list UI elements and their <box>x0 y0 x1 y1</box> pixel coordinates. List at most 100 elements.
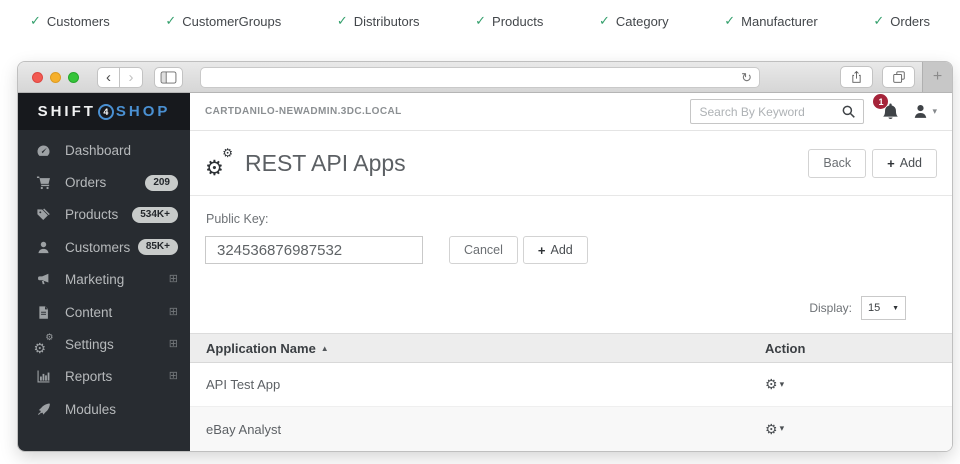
gear-icon: ⚙ <box>765 422 778 436</box>
person-icon <box>34 240 53 255</box>
dashboard-icon <box>34 143 53 158</box>
check-icon: ✓ <box>599 13 610 29</box>
expand-plus-icon[interactable]: ⊞ <box>169 274 178 285</box>
search-input[interactable] <box>691 105 841 119</box>
logo-text-shift: SHIFT <box>38 103 96 120</box>
shift4shop-logo[interactable]: SHIFT 4 SHOP <box>18 93 190 130</box>
megaphone-icon <box>34 272 53 287</box>
sidebar-item-marketing[interactable]: Marketing ⊞ <box>18 264 190 296</box>
logo-four-icon: 4 <box>98 104 114 120</box>
tabs-overview-button[interactable] <box>882 66 915 88</box>
row-action-menu[interactable]: ⚙ ▾ <box>765 422 784 436</box>
sidebar-item-label: Reports <box>65 369 169 384</box>
window-controls <box>32 72 79 83</box>
sidebar-item-label: Content <box>65 305 169 320</box>
back-button[interactable]: Back <box>808 149 866 178</box>
check-icon: ✓ <box>873 13 884 29</box>
row-action-menu[interactable]: ⚙ ▾ <box>765 377 784 391</box>
minimize-button[interactable] <box>50 72 61 83</box>
browser-back-button[interactable]: ‹ <box>97 67 120 88</box>
page-header: ⚙⚙ REST API Apps Back + Add <box>190 131 952 196</box>
chevron-down-icon: ▾ <box>780 379 785 390</box>
column-application-name[interactable]: Application Name ▲ <box>190 341 765 356</box>
store-domain: CARTDANILO-NEWADMIN.3DC.LOCAL <box>205 106 402 117</box>
status-item-distributors[interactable]: ✓ Distributors <box>337 13 420 29</box>
status-item-manufacturer[interactable]: ✓ Manufacturer <box>724 13 818 29</box>
display-label: Display: <box>809 301 852 315</box>
status-item-customergroups[interactable]: ✓ CustomerGroups <box>165 13 281 29</box>
gears-icon: ⚙⚙ <box>34 337 53 352</box>
search-icon[interactable] <box>841 104 863 119</box>
cancel-button[interactable]: Cancel <box>449 236 518 264</box>
products-count-badge: 534K+ <box>132 207 178 223</box>
display-selected-value: 15 <box>868 302 880 314</box>
cart-icon <box>34 175 53 190</box>
document-icon <box>34 305 53 320</box>
select-arrow-icon: ▼ <box>892 305 899 312</box>
share-button[interactable] <box>840 66 873 88</box>
page-title: REST API Apps <box>245 150 406 177</box>
nav-buttons: ‹ › <box>97 67 143 88</box>
url-input[interactable] <box>201 68 741 87</box>
sidebar-item-settings[interactable]: ⚙⚙ Settings ⊞ <box>18 328 190 360</box>
check-icon: ✓ <box>337 13 348 29</box>
column-action: Action <box>765 341 952 356</box>
expand-plus-icon[interactable]: ⊞ <box>169 307 178 318</box>
table-row: eBay Analyst ⚙ ▾ <box>190 407 952 451</box>
status-item-orders[interactable]: ✓ Orders <box>873 13 930 29</box>
sidebar-item-dashboard[interactable]: Dashboard <box>18 134 190 166</box>
sidebar-item-label: Modules <box>65 402 178 417</box>
browser-forward-button[interactable]: › <box>120 67 143 88</box>
account-menu-button[interactable]: ▾ <box>912 103 937 120</box>
expand-plus-icon[interactable]: ⊞ <box>169 371 178 382</box>
status-item-customers[interactable]: ✓ Customers <box>30 13 110 29</box>
check-icon: ✓ <box>475 13 486 29</box>
display-select[interactable]: 15 ▼ <box>861 296 906 320</box>
sidebar-item-modules[interactable]: Modules <box>18 393 190 425</box>
status-item-category[interactable]: ✓ Category <box>599 13 669 29</box>
plus-icon: + <box>887 156 895 171</box>
sidebar-item-label: Products <box>65 207 132 222</box>
close-button[interactable] <box>32 72 43 83</box>
status-item-label: CustomerGroups <box>182 14 281 29</box>
form-add-button[interactable]: + Add <box>523 236 588 264</box>
expand-plus-icon[interactable]: ⊞ <box>169 339 178 350</box>
status-bar: ✓ Customers ✓ CustomerGroups ✓ Distribut… <box>0 0 960 42</box>
gear-icon: ⚙ <box>765 377 778 391</box>
sidebar-item-content[interactable]: Content ⊞ <box>18 296 190 328</box>
status-item-label: Distributors <box>354 14 420 29</box>
chevron-down-icon: ▾ <box>932 106 937 117</box>
add-button[interactable]: + Add <box>872 149 937 178</box>
tags-icon <box>34 207 53 222</box>
sidebar-toggle-button[interactable] <box>154 67 183 88</box>
application-name-cell: API Test App <box>190 377 765 392</box>
admin-top-bar: CARTDANILO-NEWADMIN.3DC.LOCAL 1 <box>190 93 952 131</box>
new-tab-button[interactable]: + <box>922 62 952 92</box>
main-content: CARTDANILO-NEWADMIN.3DC.LOCAL 1 <box>190 93 952 451</box>
admin-app: SHIFT 4 SHOP Dashboard <box>18 93 952 451</box>
sidebar-item-orders[interactable]: Orders 209 <box>18 166 190 198</box>
sidebar-toggle-icon <box>160 71 177 84</box>
sidebar-item-customers[interactable]: Customers 85K+ <box>18 231 190 263</box>
url-bar[interactable]: ↻ <box>200 67 760 88</box>
sidebar-item-label: Dashboard <box>65 143 178 158</box>
sidebar-item-reports[interactable]: Reports ⊞ <box>18 361 190 393</box>
table-row: API Test App ⚙ ▾ <box>190 363 952 407</box>
share-icon <box>850 70 863 84</box>
keyword-search <box>690 99 864 124</box>
refresh-icon[interactable]: ↻ <box>741 71 759 84</box>
notifications-button[interactable]: 1 <box>881 102 900 121</box>
tabs-icon <box>892 70 906 84</box>
status-item-label: Orders <box>890 14 930 29</box>
status-item-products[interactable]: ✓ Products <box>475 13 543 29</box>
browser-titlebar: ‹ › ↻ <box>18 62 952 93</box>
zoom-button[interactable] <box>68 72 79 83</box>
display-control: Display: 15 ▼ <box>809 296 906 320</box>
check-icon: ✓ <box>165 13 176 29</box>
customers-count-badge: 85K+ <box>138 239 178 255</box>
logo-text-shop: SHOP <box>116 103 171 120</box>
public-key-input[interactable] <box>205 236 423 264</box>
public-key-label: Public Key: <box>206 212 269 226</box>
sidebar-item-products[interactable]: Products 534K+ <box>18 199 190 231</box>
status-item-label: Customers <box>47 14 110 29</box>
